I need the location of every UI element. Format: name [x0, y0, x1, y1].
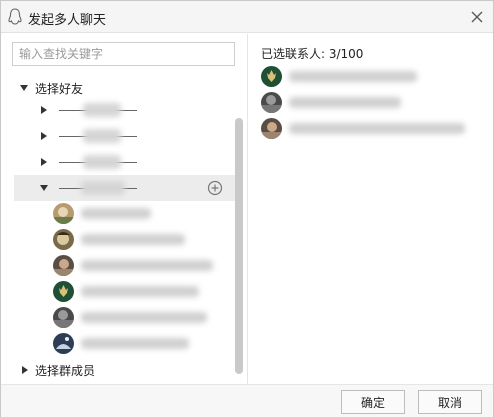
- add-circle-icon[interactable]: [207, 180, 223, 196]
- selected-count: 已选联系人: 3/100: [261, 47, 364, 61]
- ok-button[interactable]: 确定: [341, 390, 405, 414]
- obscured-contact-name: [289, 97, 401, 108]
- avatar: [53, 203, 74, 224]
- chevron-down-icon: [40, 185, 48, 191]
- obscured-group-name: [59, 181, 137, 195]
- dialog-window: 发起多人聊天 选择好友: [0, 0, 494, 417]
- obscured-contact-name: [81, 260, 213, 271]
- friend-group-row[interactable]: [1, 97, 235, 123]
- chevron-right-icon: [41, 106, 47, 114]
- cancel-button[interactable]: 取消: [418, 390, 482, 414]
- avatar: [53, 333, 74, 354]
- group-members-label: 选择群成员: [35, 364, 96, 378]
- obscured-contact-name: [81, 312, 207, 323]
- avatar: [53, 255, 74, 276]
- chevron-down-icon: [20, 85, 28, 91]
- obscured-group-name: [59, 155, 137, 169]
- dialog-footer: 确定 取消: [1, 384, 493, 417]
- contact-row[interactable]: [1, 253, 235, 279]
- obscured-group-name: [59, 103, 137, 117]
- friends-label: 选择好友: [35, 82, 84, 96]
- chevron-right-icon: [41, 158, 47, 166]
- selected-contact-row[interactable]: [249, 116, 489, 142]
- tree-group-members-header[interactable]: 选择群成员: [1, 358, 241, 382]
- avatar: [53, 281, 74, 302]
- friend-group-row[interactable]: [1, 123, 235, 149]
- avatar: [261, 66, 282, 87]
- chevron-right-icon: [22, 366, 28, 374]
- obscured-group-name: [59, 129, 137, 143]
- avatar: [261, 118, 282, 139]
- contact-row[interactable]: [1, 227, 235, 253]
- obscured-contact-name: [81, 338, 189, 349]
- contact-picker-pane: 选择好友: [1, 34, 248, 384]
- selected-contact-row[interactable]: [249, 90, 489, 116]
- obscured-contact-name: [81, 286, 199, 297]
- friend-group-row-expanded[interactable]: [14, 175, 235, 201]
- close-icon[interactable]: [467, 7, 487, 27]
- contact-row[interactable]: [1, 305, 235, 331]
- obscured-contact-name: [289, 71, 417, 82]
- obscured-contact-name: [81, 208, 151, 219]
- avatar: [53, 307, 74, 328]
- avatar: [53, 229, 74, 250]
- chevron-right-icon: [41, 132, 47, 140]
- selected-contacts-pane: 已选联系人: 3/100: [249, 34, 493, 384]
- contact-row[interactable]: [1, 279, 235, 305]
- selected-contact-row[interactable]: [249, 64, 489, 90]
- title-bar: 发起多人聊天: [1, 1, 493, 33]
- search-input[interactable]: [12, 42, 235, 66]
- obscured-contact-name: [81, 234, 185, 245]
- avatar: [261, 92, 282, 113]
- contact-list-scrollbar[interactable]: [235, 118, 243, 374]
- friend-group-row[interactable]: [1, 149, 235, 175]
- window-title: 发起多人聊天: [28, 13, 107, 28]
- obscured-contact-name: [289, 123, 465, 134]
- contact-row[interactable]: [1, 201, 235, 227]
- contact-row[interactable]: [1, 331, 235, 357]
- penguin-icon: [8, 8, 22, 25]
